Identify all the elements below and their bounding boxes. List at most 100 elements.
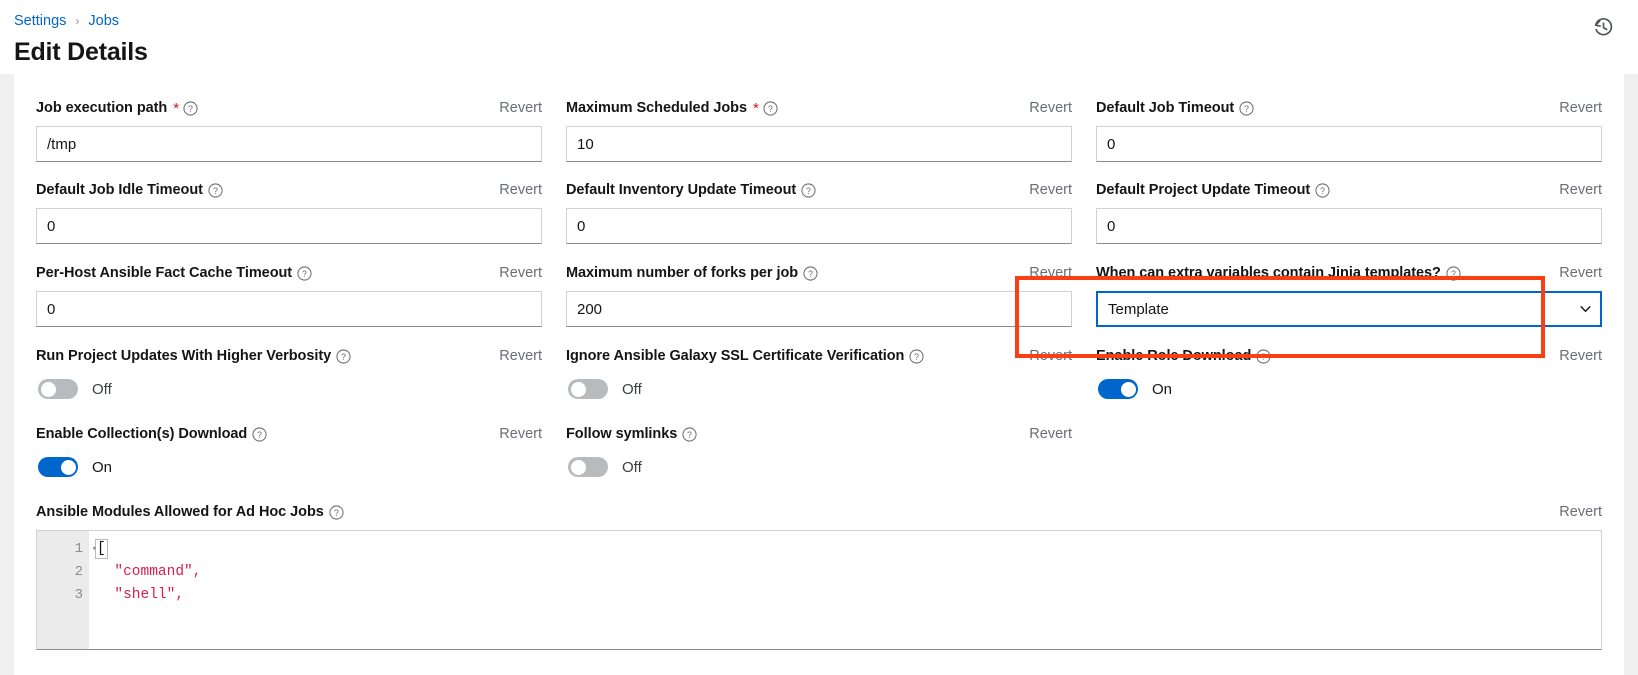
- default-inventory-update-timeout-input[interactable]: [566, 208, 1072, 244]
- default-job-timeout-input[interactable]: [1096, 126, 1602, 162]
- question-circle-icon[interactable]: ?: [1315, 183, 1330, 198]
- svg-text:?: ?: [768, 103, 773, 113]
- maximum-number-of-forks-per-job-input[interactable]: [566, 291, 1072, 327]
- breadcrumb-item-settings[interactable]: Settings: [14, 11, 66, 31]
- field-ignore-ansible-galaxy-ssl-certificate-verification: Ignore Ansible Galaxy SSL Certificate Ve…: [566, 346, 1072, 404]
- editor-code-area[interactable]: [ "command", "shell",: [89, 531, 1601, 649]
- revert-link[interactable]: Revert: [1021, 100, 1072, 116]
- field-label: Maximum Scheduled Jobs: [566, 100, 747, 116]
- svg-text:?: ?: [334, 507, 339, 517]
- history-revert-icon: [1593, 17, 1614, 38]
- revert-link[interactable]: Revert: [1551, 100, 1602, 116]
- field-label: Default Job Timeout: [1096, 100, 1234, 116]
- switch-row: Off: [566, 452, 1072, 482]
- toggle-state-label: On: [1152, 381, 1172, 398]
- svg-text:?: ?: [687, 429, 692, 439]
- revert-link[interactable]: Revert: [1551, 265, 1602, 281]
- question-circle-icon[interactable]: ?: [763, 101, 778, 116]
- code-string: "command",: [114, 564, 201, 580]
- field-head: Maximum number of forks per job ? Revert: [566, 263, 1072, 283]
- default-job-idle-timeout-input[interactable]: [36, 208, 542, 244]
- field-head: Run Project Updates With Higher Verbosit…: [36, 346, 542, 366]
- default-project-update-timeout-input[interactable]: [1096, 208, 1602, 244]
- enable-role-download-toggle[interactable]: [1098, 379, 1138, 399]
- label-wrap: Enable Role Download ?: [1096, 348, 1271, 364]
- question-circle-icon[interactable]: ?: [1256, 349, 1271, 364]
- maximum-scheduled-jobs-input[interactable]: [566, 126, 1072, 162]
- revert-link[interactable]: Revert: [1021, 426, 1072, 442]
- line-number-value: 3: [75, 587, 83, 603]
- enable-collections-download-toggle[interactable]: [38, 457, 78, 477]
- field-head: Default Project Update Timeout ? Revert: [1096, 180, 1602, 200]
- revert-link[interactable]: Revert: [1021, 348, 1072, 364]
- question-circle-icon[interactable]: ?: [803, 266, 818, 281]
- field-run-project-updates-with-higher-verbosity: Run Project Updates With Higher Verbosit…: [36, 346, 542, 404]
- revert-link[interactable]: Revert: [1551, 504, 1602, 520]
- question-circle-icon[interactable]: ?: [208, 183, 223, 198]
- page-body: Job execution path * ? Revert Maximum Sc…: [0, 74, 1638, 675]
- fold-caret-icon[interactable]: ▾: [92, 538, 97, 561]
- ansible-modules-code-editor[interactable]: 1 ▾ 2 3 [ "command", "shell",: [36, 530, 1602, 650]
- question-circle-icon[interactable]: ?: [297, 266, 312, 281]
- revert-link[interactable]: Revert: [1021, 182, 1072, 198]
- revert-link[interactable]: Revert: [491, 265, 542, 281]
- line-number: 3: [37, 584, 89, 607]
- form-row-1: Job execution path * ? Revert Maximum Sc…: [36, 98, 1602, 162]
- field-ansible-modules-allowed-for-ad-hoc-jobs: Ansible Modules Allowed for Ad Hoc Jobs …: [36, 502, 1602, 650]
- line-number-value: 2: [75, 564, 83, 580]
- history-revert-icon-button[interactable]: [1588, 12, 1618, 42]
- field-head: Default Inventory Update Timeout ? Rever…: [566, 180, 1072, 200]
- revert-link[interactable]: Revert: [491, 426, 542, 442]
- question-circle-icon[interactable]: ?: [682, 427, 697, 442]
- field-label: When can extra variables contain Jinja t…: [1096, 265, 1441, 281]
- form-row-5: Enable Collection(s) Download ? Revert O…: [36, 424, 1602, 482]
- field-label: Follow symlinks: [566, 426, 677, 442]
- field-label: Ignore Ansible Galaxy SSL Certificate Ve…: [566, 348, 904, 364]
- line-number-value: 1: [75, 541, 83, 557]
- question-circle-icon[interactable]: ?: [336, 349, 351, 364]
- revert-link[interactable]: Revert: [1551, 348, 1602, 364]
- code-bracket: [: [96, 540, 107, 558]
- toggle-knob: [41, 382, 56, 397]
- toggle-knob: [61, 460, 76, 475]
- revert-link[interactable]: Revert: [491, 348, 542, 364]
- revert-link[interactable]: Revert: [1551, 182, 1602, 198]
- ignore-ansible-galaxy-ssl-certificate-verification-toggle[interactable]: [568, 379, 608, 399]
- field-extra-variables-jinja-templates: When can extra variables contain Jinja t…: [1096, 263, 1602, 327]
- per-host-ansible-fact-cache-timeout-input[interactable]: [36, 291, 542, 327]
- label-wrap: Job execution path * ?: [36, 100, 198, 116]
- revert-link[interactable]: Revert: [1021, 265, 1072, 281]
- field-label: Default Inventory Update Timeout: [566, 182, 796, 198]
- svg-text:?: ?: [341, 351, 346, 361]
- line-number: 1 ▾: [37, 538, 89, 561]
- field-head: Job execution path * ? Revert: [36, 98, 542, 118]
- toggle-knob: [571, 382, 586, 397]
- question-circle-icon[interactable]: ?: [252, 427, 267, 442]
- field-head: Ansible Modules Allowed for Ad Hoc Jobs …: [36, 502, 1602, 522]
- extra-variables-jinja-templates-select[interactable]: Template: [1096, 291, 1602, 327]
- revert-link[interactable]: Revert: [491, 100, 542, 116]
- label-wrap: Default Project Update Timeout ?: [1096, 182, 1330, 198]
- question-circle-icon[interactable]: ?: [1239, 101, 1254, 116]
- code-line: "shell",: [97, 584, 1601, 607]
- field-head: Default Job Timeout ? Revert: [1096, 98, 1602, 118]
- follow-symlinks-toggle[interactable]: [568, 457, 608, 477]
- question-circle-icon[interactable]: ?: [183, 101, 198, 116]
- field-label: Per-Host Ansible Fact Cache Timeout: [36, 265, 292, 281]
- svg-text:?: ?: [808, 268, 813, 278]
- revert-link[interactable]: Revert: [491, 182, 542, 198]
- field-label: Enable Role Download: [1096, 348, 1251, 364]
- field-head: Ignore Ansible Galaxy SSL Certificate Ve…: [566, 346, 1072, 366]
- question-circle-icon[interactable]: ?: [329, 505, 344, 520]
- run-project-updates-with-higher-verbosity-toggle[interactable]: [38, 379, 78, 399]
- field-job-execution-path: Job execution path * ? Revert: [36, 98, 542, 162]
- question-circle-icon[interactable]: ?: [801, 183, 816, 198]
- toggle-state-label: Off: [92, 381, 112, 398]
- question-circle-icon[interactable]: ?: [909, 349, 924, 364]
- question-circle-icon[interactable]: ?: [1446, 266, 1461, 281]
- label-wrap: Maximum Scheduled Jobs * ?: [566, 100, 778, 116]
- label-wrap: Maximum number of forks per job ?: [566, 265, 818, 281]
- job-execution-path-input[interactable]: [36, 126, 542, 162]
- breadcrumb-item-jobs[interactable]: Jobs: [88, 11, 119, 31]
- label-wrap: Enable Collection(s) Download ?: [36, 426, 267, 442]
